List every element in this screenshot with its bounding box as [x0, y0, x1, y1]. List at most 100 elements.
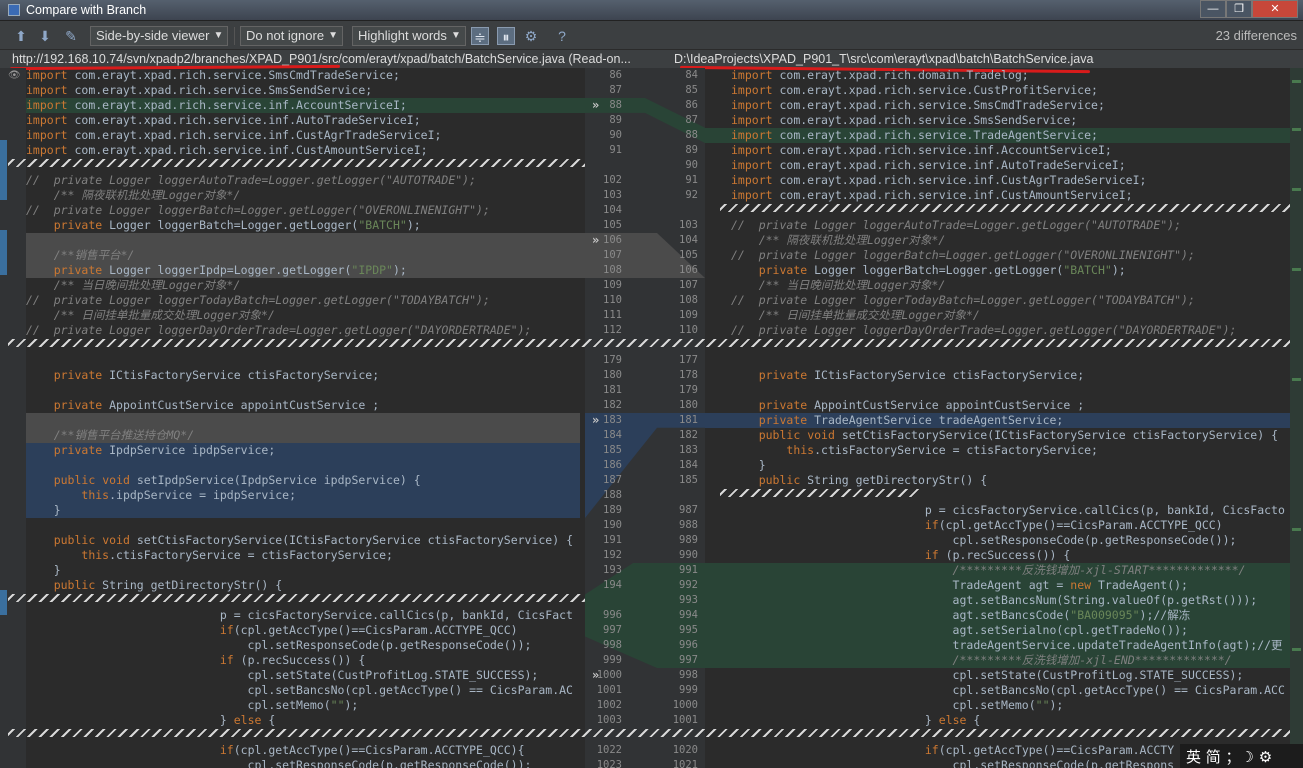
- right-code-line[interactable]: } else {: [731, 713, 1290, 728]
- close-button[interactable]: ✕: [1252, 0, 1298, 18]
- right-code-line[interactable]: private TradeAgentService tradeAgentServ…: [731, 413, 1290, 428]
- right-code-line[interactable]: [731, 353, 1290, 368]
- left-code-line[interactable]: /**销售平台*/: [26, 248, 582, 263]
- left-code-line[interactable]: private Logger loggerIpdp=Logger.getLogg…: [26, 263, 582, 278]
- right-code-line[interactable]: agt.setBancsCode("BA009095");//解冻: [731, 608, 1290, 623]
- left-code-line[interactable]: // private Logger loggerTodayBatch=Logge…: [26, 293, 582, 308]
- right-code-line[interactable]: import com.erayt.xpad.rich.service.CustP…: [731, 83, 1290, 98]
- right-code-line[interactable]: /** 隔夜联机批处理Logger对象*/: [731, 233, 1290, 248]
- right-code-line[interactable]: private AppointCustService appointCustSe…: [731, 398, 1290, 413]
- left-code-line[interactable]: if (p.recSuccess()) {: [26, 653, 582, 668]
- left-code-line[interactable]: cpl.setResponseCode(p.getResponseCode())…: [26, 758, 582, 768]
- left-code-line[interactable]: [26, 353, 582, 368]
- right-code-line[interactable]: cpl.setMemo("");: [731, 698, 1290, 713]
- right-code-line[interactable]: import com.erayt.xpad.rich.service.inf.A…: [731, 158, 1290, 173]
- left-code-line[interactable]: // private Logger loggerBatch=Logger.get…: [26, 203, 582, 218]
- left-code-line[interactable]: public void setIpdpService(IpdpService i…: [26, 473, 582, 488]
- left-code-line[interactable]: if(cpl.getAccType()==CicsParam.ACCTYPE_Q…: [26, 743, 582, 758]
- left-code-line[interactable]: private Logger loggerBatch=Logger.getLog…: [26, 218, 582, 233]
- left-code-line[interactable]: cpl.setBancsNo(cpl.getAccType() == CicsP…: [26, 683, 582, 698]
- left-code-line[interactable]: cpl.setMemo("");: [26, 698, 582, 713]
- right-code-line[interactable]: tradeAgentService.updateTradeAgentInfo(a…: [731, 638, 1290, 653]
- left-code-line[interactable]: [26, 413, 582, 428]
- sync-scroll-icon[interactable]: ⏸: [497, 27, 515, 45]
- left-code-line[interactable]: import com.erayt.xpad.rich.service.SmsCm…: [26, 68, 582, 83]
- left-code-line[interactable]: this.ctisFactoryService = ctisFactorySer…: [26, 548, 582, 563]
- right-code-line[interactable]: cpl.setState(CustProfitLog.STATE_SUCCESS…: [731, 668, 1290, 683]
- right-code-line[interactable]: public String getDirectoryStr() {: [731, 473, 1290, 488]
- right-code-line[interactable]: import com.erayt.xpad.rich.service.SmsSe…: [731, 113, 1290, 128]
- right-code-line[interactable]: // private Logger loggerBatch=Logger.get…: [731, 248, 1290, 263]
- left-code-line[interactable]: private ICtisFactoryService ctisFactoryS…: [26, 368, 582, 383]
- left-code-line[interactable]: }: [26, 563, 582, 578]
- right-code-line[interactable]: import com.erayt.xpad.rich.service.inf.C…: [731, 173, 1290, 188]
- right-code-line[interactable]: cpl.setResponseCode(p.getResponseCode())…: [731, 533, 1290, 548]
- left-code-line[interactable]: public String getDirectoryStr() {: [26, 578, 582, 593]
- help-icon[interactable]: ?: [553, 27, 571, 45]
- right-code-line[interactable]: import com.erayt.xpad.rich.service.inf.A…: [731, 143, 1290, 158]
- left-code-line[interactable]: /** 日间挂单批量成交处理Logger对象*/: [26, 308, 582, 323]
- right-code-line[interactable]: /** 日间挂单批量成交处理Logger对象*/: [731, 308, 1290, 323]
- right-code-line[interactable]: /** 当日晚间批处理Logger对象*/: [731, 278, 1290, 293]
- right-code-line[interactable]: p = cicsFactoryService.callCics(p, bankI…: [731, 503, 1290, 518]
- eye-icon[interactable]: 👁: [8, 70, 21, 81]
- left-code-line[interactable]: [26, 233, 582, 248]
- right-code-line[interactable]: private ICtisFactoryService ctisFactoryS…: [731, 368, 1290, 383]
- left-code-line[interactable]: // private Logger loggerAutoTrade=Logger…: [26, 173, 582, 188]
- right-code-line[interactable]: if(cpl.getAccType()==CicsParam.ACCTYPE_Q…: [731, 518, 1290, 533]
- left-code-line[interactable]: [26, 458, 582, 473]
- left-code-line[interactable]: import com.erayt.xpad.rich.service.inf.C…: [26, 143, 582, 158]
- right-code-line[interactable]: private Logger loggerBatch=Logger.getLog…: [731, 263, 1290, 278]
- left-code-line[interactable]: private AppointCustService appointCustSe…: [26, 398, 582, 413]
- left-code-line[interactable]: cpl.setResponseCode(p.getResponseCode())…: [26, 638, 582, 653]
- left-code-line[interactable]: private IpdpService ipdpService;: [26, 443, 582, 458]
- edit-source-icon[interactable]: ✎: [62, 27, 80, 45]
- left-code-line[interactable]: if(cpl.getAccType()==CicsParam.ACCTYPE_Q…: [26, 623, 582, 638]
- right-code-line[interactable]: // private Logger loggerDayOrderTrade=Lo…: [731, 323, 1290, 338]
- right-code-line[interactable]: this.ctisFactoryService = ctisFactorySer…: [731, 443, 1290, 458]
- settings-gear-icon[interactable]: ⚙: [522, 27, 540, 45]
- right-code-line[interactable]: [731, 383, 1290, 398]
- left-code-line[interactable]: // private Logger loggerDayOrderTrade=Lo…: [26, 323, 582, 338]
- left-code-line[interactable]: this.ipdpService = ipdpService;: [26, 488, 582, 503]
- left-code-line[interactable]: [26, 383, 582, 398]
- right-code-line[interactable]: if (p.recSuccess()) {: [731, 548, 1290, 563]
- ignore-dropdown[interactable]: Do not ignore ▼: [240, 26, 344, 46]
- collapse-unchanged-icon[interactable]: ≑: [471, 27, 489, 45]
- right-code-line[interactable]: agt.setBancsNum(String.valueOf(p.getRst(…: [731, 593, 1290, 608]
- left-code-line[interactable]: import com.erayt.xpad.rich.service.inf.A…: [26, 113, 582, 128]
- right-code-line[interactable]: /*********反洗钱增加-xjl-END*************/: [731, 653, 1290, 668]
- right-code-line[interactable]: TradeAgent agt = new TradeAgent();: [731, 578, 1290, 593]
- right-code-line[interactable]: import com.erayt.xpad.rich.domain.Tradel…: [731, 68, 1290, 83]
- right-code-line[interactable]: agt.setSerialno(cpl.getTradeNo());: [731, 623, 1290, 638]
- left-code-line[interactable]: cpl.setState(CustProfitLog.STATE_SUCCESS…: [26, 668, 582, 683]
- left-code-line[interactable]: import com.erayt.xpad.rich.service.SmsSe…: [26, 83, 582, 98]
- next-difference-icon[interactable]: ⬇: [36, 27, 54, 45]
- maximize-button[interactable]: ❐: [1226, 0, 1252, 18]
- right-code-line[interactable]: // private Logger loggerTodayBatch=Logge…: [731, 293, 1290, 308]
- left-code-line[interactable]: } else {: [26, 713, 582, 728]
- left-code-line[interactable]: p = cicsFactoryService.callCics(p, bankI…: [26, 608, 582, 623]
- right-code-line[interactable]: import com.erayt.xpad.rich.service.inf.C…: [731, 188, 1290, 203]
- right-code-line[interactable]: }: [731, 458, 1290, 473]
- left-code-line[interactable]: /**销售平台推送持仓MQ*/: [26, 428, 582, 443]
- left-code-line[interactable]: }: [26, 503, 582, 518]
- right-code-line[interactable]: import com.erayt.xpad.rich.service.Trade…: [731, 128, 1290, 143]
- viewer-dropdown[interactable]: Side-by-side viewer ▼: [90, 26, 229, 46]
- right-code-line[interactable]: import com.erayt.xpad.rich.service.SmsCm…: [731, 98, 1290, 113]
- ime-status-bar[interactable]: 英 简 ；☽ ⚙: [1180, 744, 1303, 768]
- left-code-line[interactable]: /** 隔夜联机批处理Logger对象*/: [26, 188, 582, 203]
- left-code-line[interactable]: import com.erayt.xpad.rich.service.inf.C…: [26, 128, 582, 143]
- left-code-line[interactable]: /** 当日晚间批处理Logger对象*/: [26, 278, 582, 293]
- right-code-line[interactable]: /*********反洗钱增加-xjl-START*************/: [731, 563, 1290, 578]
- vertical-scrollbar[interactable]: [1290, 68, 1303, 768]
- right-code-line[interactable]: cpl.setBancsNo(cpl.getAccType() == CicsP…: [731, 683, 1290, 698]
- highlight-dropdown[interactable]: Highlight words ▼: [352, 26, 466, 46]
- left-code-line[interactable]: public void setCtisFactoryService(ICtisF…: [26, 533, 582, 548]
- right-code-line[interactable]: // private Logger loggerAutoTrade=Logger…: [731, 218, 1290, 233]
- left-code-line[interactable]: import com.erayt.xpad.rich.service.inf.A…: [26, 98, 582, 113]
- minimize-button[interactable]: —: [1200, 0, 1226, 18]
- previous-difference-icon[interactable]: ⬆: [12, 27, 30, 45]
- left-code-line[interactable]: [26, 518, 582, 533]
- right-code-line[interactable]: public void setCtisFactoryService(ICtisF…: [731, 428, 1290, 443]
